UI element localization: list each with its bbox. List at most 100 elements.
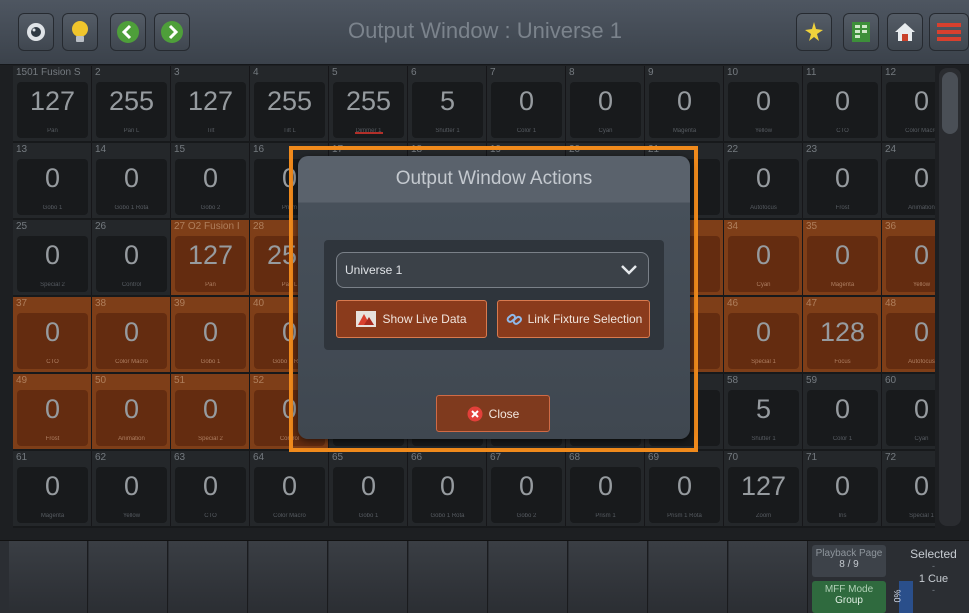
channel-cell[interactable]: 34 0 Cyan [724,220,803,295]
channel-cell[interactable]: 36 0 Yellow [882,220,935,295]
scrollbar[interactable] [939,68,961,526]
channel-cell[interactable]: 60 0 Cyan [882,374,935,449]
channel-cell[interactable]: 38 0 Color Macro [92,297,171,372]
link-fixture-selection-button[interactable]: Link Fixture Selection [497,300,650,338]
executor-8[interactable] [569,541,648,613]
channel-cell[interactable]: 23 0 Frost [803,143,882,218]
channel-value: 0 [913,471,930,501]
channel-cell[interactable]: 10 0 Yellow [724,66,803,141]
channel-cell[interactable]: 4 255 Tilt L [250,66,329,141]
channel-cell[interactable]: 25 0 Special 2 [13,220,92,295]
channel-cell[interactable]: 61 0 Magenta [13,451,92,526]
channel-cell[interactable]: 2 255 Pan L [92,66,171,141]
channel-cell[interactable]: 47 128 Focus [803,297,882,372]
channel-value-box: 0 Iris [807,467,878,523]
channel-attribute-label: Gobo 1 Rota [430,513,465,519]
channel-value-box: 0 Color Macro [96,313,167,369]
channel-value-box: 0 CTO [175,467,246,523]
channel-cell[interactable]: 13 0 Gobo 1 [13,143,92,218]
channel-number: 66 [411,452,423,463]
channel-cell[interactable]: 59 0 Color 1 [803,374,882,449]
channel-number: 14 [95,144,107,155]
channel-value-box: 0 Prism 1 [570,467,641,523]
channel-cell[interactable]: 7 0 Color 1 [487,66,566,141]
universe-select[interactable]: Universe 1 [336,252,649,288]
channel-cell[interactable]: 35 0 Magenta [803,220,882,295]
channel-cell[interactable]: 27 O2 Fusion I 127 Pan [171,220,250,295]
channel-number: 59 [806,375,818,386]
channel-cell[interactable]: 46 0 Special 1 [724,297,803,372]
channel-cell[interactable]: 70 127 Zoom [724,451,803,526]
channel-cell[interactable]: 24 0 Animation [882,143,935,218]
channel-cell[interactable]: 1501 Fusion S 127 Pan [13,66,92,141]
channel-value-box: 0 CTO [17,313,88,369]
eye-button[interactable] [18,13,54,51]
executor-3[interactable] [169,541,248,613]
channel-number: 64 [253,452,265,463]
channel-value-box: 0 Gobo 1 Rota [96,159,167,215]
back-button[interactable] [110,13,146,51]
executor-6[interactable] [409,541,488,613]
executor-7[interactable] [489,541,568,613]
channel-cell[interactable]: 9 0 Magenta [645,66,724,141]
channel-cell[interactable]: 66 0 Gobo 1 Rota [408,451,487,526]
menu-button[interactable] [929,13,969,51]
executor-1[interactable] [9,541,88,613]
magic-button[interactable] [796,13,832,51]
executor-2[interactable] [89,541,168,613]
executor-10[interactable] [729,541,808,613]
channel-cell[interactable]: 64 0 Color Macro [250,451,329,526]
channel-value-box: 0 Special 1 [728,313,799,369]
close-button[interactable]: Close [436,395,550,432]
channel-cell[interactable]: 69 0 Prism 1 Rota [645,451,724,526]
channel-cell[interactable]: 37 0 CTO [13,297,92,372]
channel-cell[interactable]: 71 0 Iris [803,451,882,526]
channel-value-box: 0 Frost [17,390,88,446]
channel-cell[interactable]: 50 0 Animation [92,374,171,449]
channel-cell[interactable]: 8 0 Cyan [566,66,645,141]
channel-cell[interactable]: 72 0 Special 1 [882,451,935,526]
executor-4[interactable] [249,541,328,613]
channel-cell[interactable]: 26 0 Control [92,220,171,295]
home-button[interactable] [887,13,923,51]
scrollbar-thumb[interactable] [942,72,958,134]
channel-number: 70 [727,452,739,463]
channel-attribute-label: Magenta [40,513,65,519]
executor-5[interactable] [329,541,408,613]
channel-cell[interactable]: 48 0 Autofocus [882,297,935,372]
channel-number: 39 [174,298,186,309]
channel-cell[interactable]: 68 0 Prism 1 [566,451,645,526]
channel-cell[interactable]: 3 127 Tilt [171,66,250,141]
channel-attribute-label: Yellow [122,513,141,519]
channel-cell[interactable]: 62 0 Yellow [92,451,171,526]
channel-cell[interactable]: 39 0 Gobo 1 [171,297,250,372]
channel-cell[interactable]: 22 0 Autofocus [724,143,803,218]
lightbulb-button[interactable] [62,13,98,51]
channel-number: 34 [727,221,739,232]
selected-panel[interactable]: Selected - 1 Cue - [898,541,969,613]
channel-cell[interactable]: 58 5 Shutter 1 [724,374,803,449]
executor-9[interactable] [649,541,728,613]
eye-icon [27,23,45,41]
channel-cell[interactable]: 51 0 Special 2 [171,374,250,449]
chevron-down-icon [621,265,637,275]
channel-number: 49 [16,375,28,386]
channel-cell[interactable]: 12 0 Color Macro [882,66,935,141]
channel-value: 0 [44,394,61,424]
forward-button[interactable] [154,13,190,51]
channel-attribute-label: CTO [836,128,849,134]
channel-cell[interactable]: 5 255 Dimmer 1 [329,66,408,141]
channel-cell[interactable]: 11 0 CTO [803,66,882,141]
channel-cell[interactable]: 6 5 Shutter 1 [408,66,487,141]
channel-cell[interactable]: 67 0 Gobo 2 [487,451,566,526]
channel-cell[interactable]: 63 0 CTO [171,451,250,526]
playback-page-button[interactable]: Playback Page 8 / 9 [812,545,886,577]
sheet-button[interactable] [843,13,879,51]
channel-cell[interactable]: 65 0 Gobo 1 [329,451,408,526]
channel-cell[interactable]: 15 0 Gobo 2 [171,143,250,218]
show-live-data-label: Show Live Data [382,312,467,326]
channel-cell[interactable]: 14 0 Gobo 1 Rota [92,143,171,218]
show-live-data-button[interactable]: Show Live Data [336,300,487,338]
mff-mode-button[interactable]: MFF Mode Group [812,581,886,613]
channel-cell[interactable]: 49 0 Frost [13,374,92,449]
